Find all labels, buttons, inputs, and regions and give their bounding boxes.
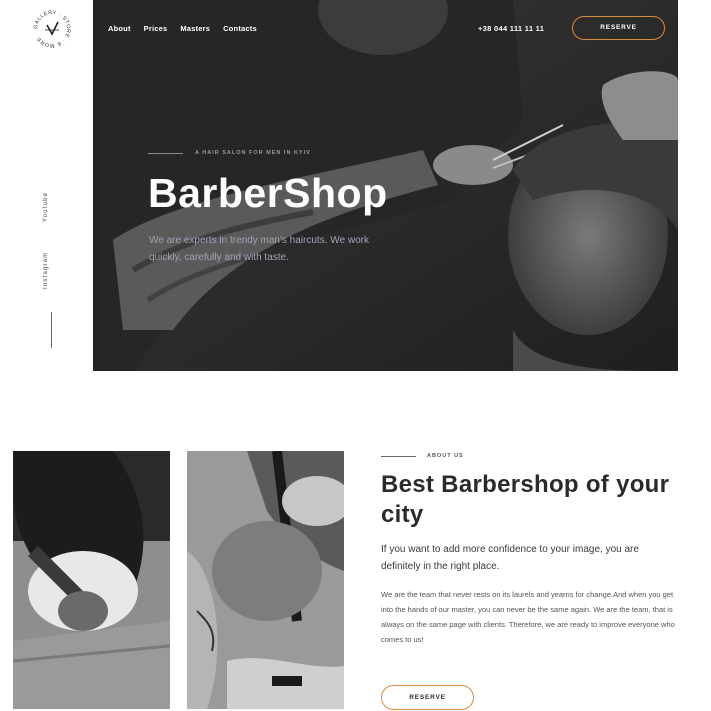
nav-masters[interactable]: Masters — [180, 24, 210, 33]
logo-ring-text: GALLERY · STORE · & MORE — [33, 10, 71, 48]
svg-text:GALLERY · STORE · & MORE: GALLERY · STORE · & MORE — [33, 10, 71, 48]
phone-number[interactable]: +38 044 111 11 11 — [478, 24, 544, 33]
logo-icon: GALLERY · STORE · & MORE — [33, 10, 71, 48]
about-photo-razor — [187, 451, 344, 709]
rail-divider — [51, 312, 52, 348]
hero-title: BarberShop — [148, 170, 388, 216]
about-body: We are the team that never rests on its … — [381, 590, 675, 644]
main-nav: About Prices Masters Contacts — [108, 24, 257, 33]
hero-kicker: A HAIR SALON FOR MEN IN KYIV — [195, 150, 311, 156]
about-title: Best Barbershop of your city — [381, 471, 670, 528]
nav-prices[interactable]: Prices — [144, 24, 168, 33]
reserve-button-header[interactable]: RESERVE — [572, 16, 665, 40]
about-kicker-line — [381, 456, 416, 457]
reserve-button-about[interactable]: RESERVE — [381, 685, 474, 710]
about-photo-beard — [13, 451, 170, 709]
about-kicker: ABOUT US — [427, 453, 464, 459]
hero-description: We are experts in trendy man's haircuts.… — [149, 235, 369, 263]
nav-about[interactable]: About — [108, 24, 131, 33]
nav-contacts[interactable]: Contacts — [223, 24, 257, 33]
hero-section: About Prices Masters Contacts +38 044 11… — [93, 0, 678, 371]
youtube-link[interactable]: Youtube — [43, 192, 49, 222]
hero-kicker-line — [148, 153, 183, 154]
instagram-link[interactable]: Instagram — [43, 252, 49, 289]
brand-logo[interactable]: GALLERY · STORE · & MORE — [31, 8, 73, 50]
about-lead: If you want to add more confidence to yo… — [381, 544, 639, 572]
